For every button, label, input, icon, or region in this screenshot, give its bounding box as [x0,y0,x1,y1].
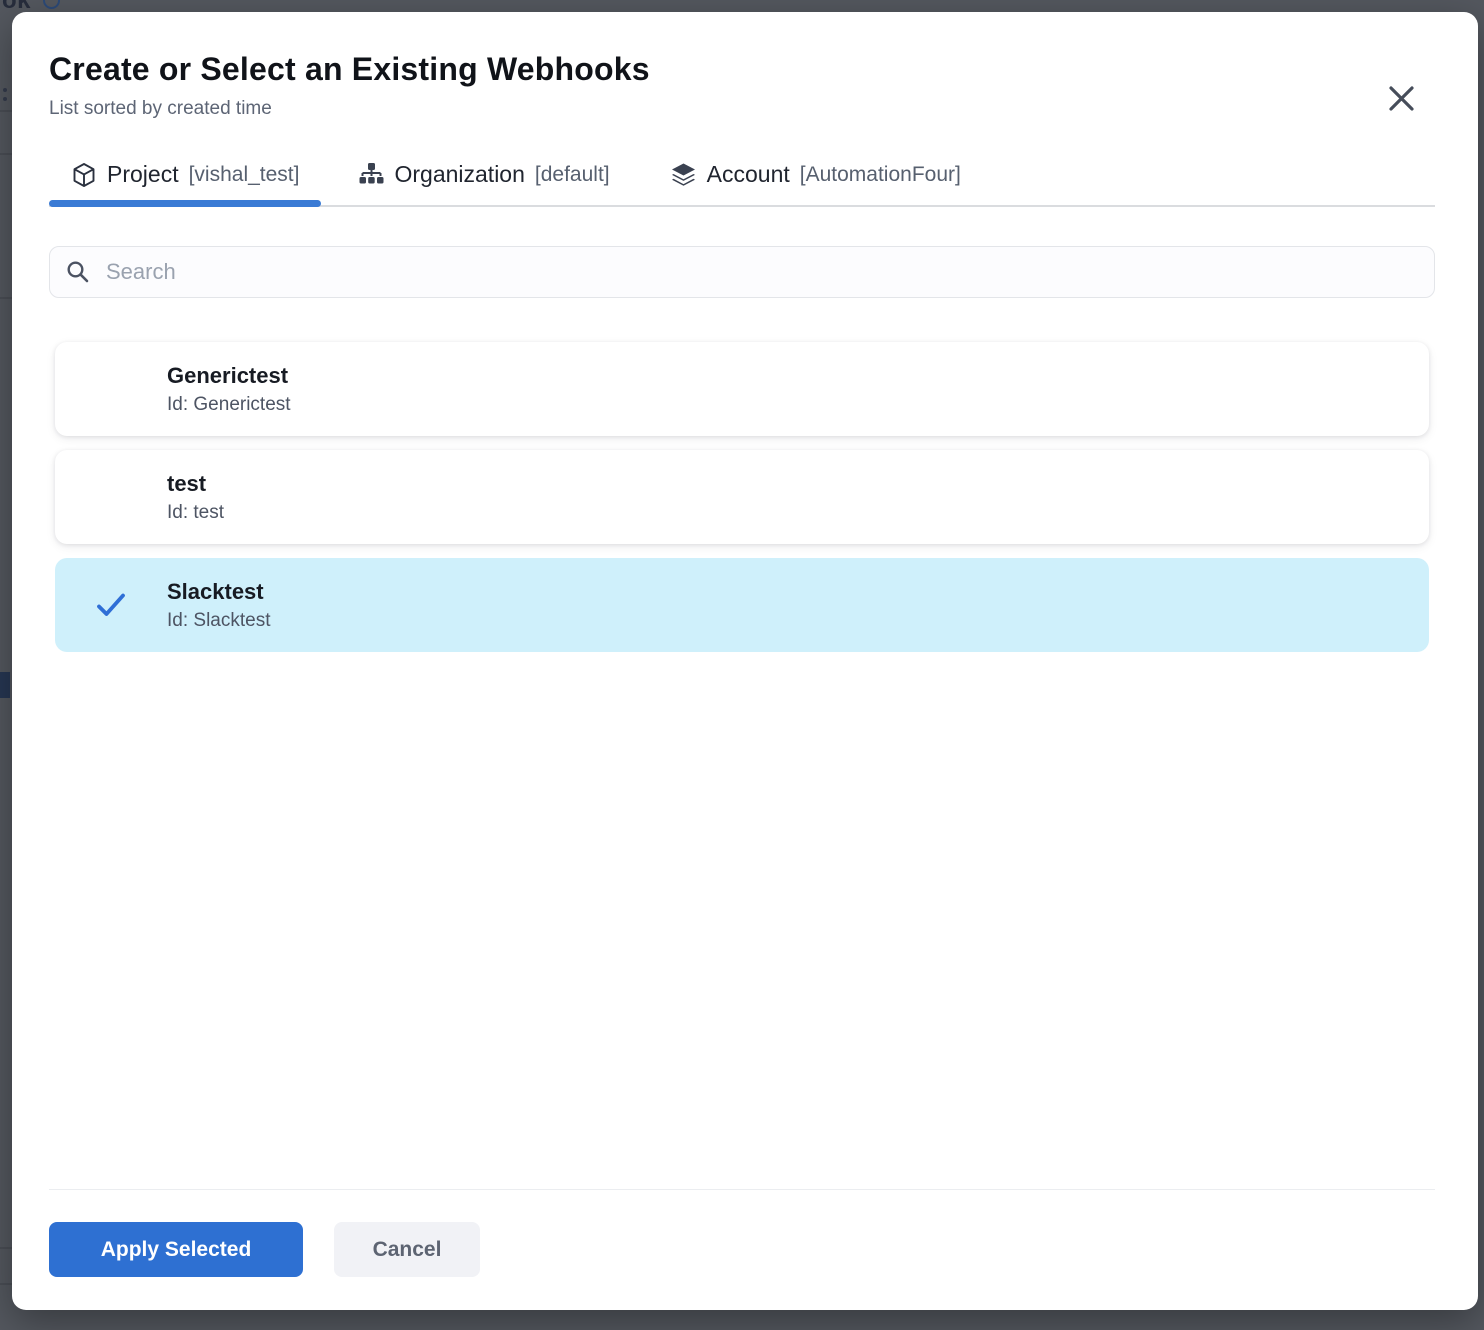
background-button-fragment [0,672,10,698]
background-divider [0,110,12,112]
empty-space [49,652,1435,1189]
dialog-subtitle: List sorted by created time [49,96,1435,122]
webhook-id: Id: test [167,500,224,526]
tab-organization[interactable]: Organization [default] [337,144,631,205]
check-icon [94,588,128,622]
list-item-slacktest[interactable]: Slacktest Id: Slacktest [55,558,1429,652]
tab-account-label: Account [707,161,790,188]
check-slot [55,372,167,406]
dialog-header: Create or Select an Existing Webhooks Li… [49,50,1435,122]
apply-selected-button[interactable]: Apply Selected [49,1222,303,1277]
webhook-id: Id: Generictest [167,392,291,418]
search-input[interactable] [106,259,1418,285]
tab-project[interactable]: Project [vishal_test] [49,144,321,205]
scope-tab-bar: Project [vishal_test] Organization [defa… [49,144,1435,207]
tab-account[interactable]: Account [AutomationFour] [648,144,983,205]
background-divider [0,1283,12,1285]
check-slot [55,480,167,514]
tab-project-label: Project [107,161,179,188]
list-item-generictest[interactable]: Generictest Id: Generictest [55,342,1429,436]
background-divider [0,153,12,155]
webhook-list: Generictest Id: Generictest test Id: tes… [55,342,1429,652]
webhook-select-dialog: Create or Select an Existing Webhooks Li… [12,12,1478,1310]
background-divider [0,1247,12,1249]
close-icon [1388,85,1415,112]
background-dot [3,97,7,101]
webhook-id: Id: Slacktest [167,608,271,634]
check-slot [55,588,167,622]
tab-organization-label: Organization [394,161,524,188]
layers-icon [670,161,697,188]
webhook-name: Slacktest [167,577,271,606]
dialog-footer: Apply Selected Cancel [49,1189,1435,1310]
list-item-test[interactable]: test Id: test [55,450,1429,544]
webhook-name: Generictest [167,361,291,390]
cube-icon [71,162,97,188]
org-chart-icon [359,162,384,187]
search-icon [66,260,90,284]
info-icon [43,0,60,9]
webhook-name: test [167,469,224,498]
background-divider [0,297,12,299]
search-box [49,246,1435,298]
tab-organization-context: [default] [535,163,610,187]
tab-project-context: [vishal_test] [189,163,300,187]
dialog-title: Create or Select an Existing Webhooks [49,50,1435,88]
tab-account-context: [AutomationFour] [800,163,961,187]
background-dot [3,88,7,92]
close-button[interactable] [1381,78,1421,118]
cancel-button[interactable]: Cancel [334,1222,480,1277]
